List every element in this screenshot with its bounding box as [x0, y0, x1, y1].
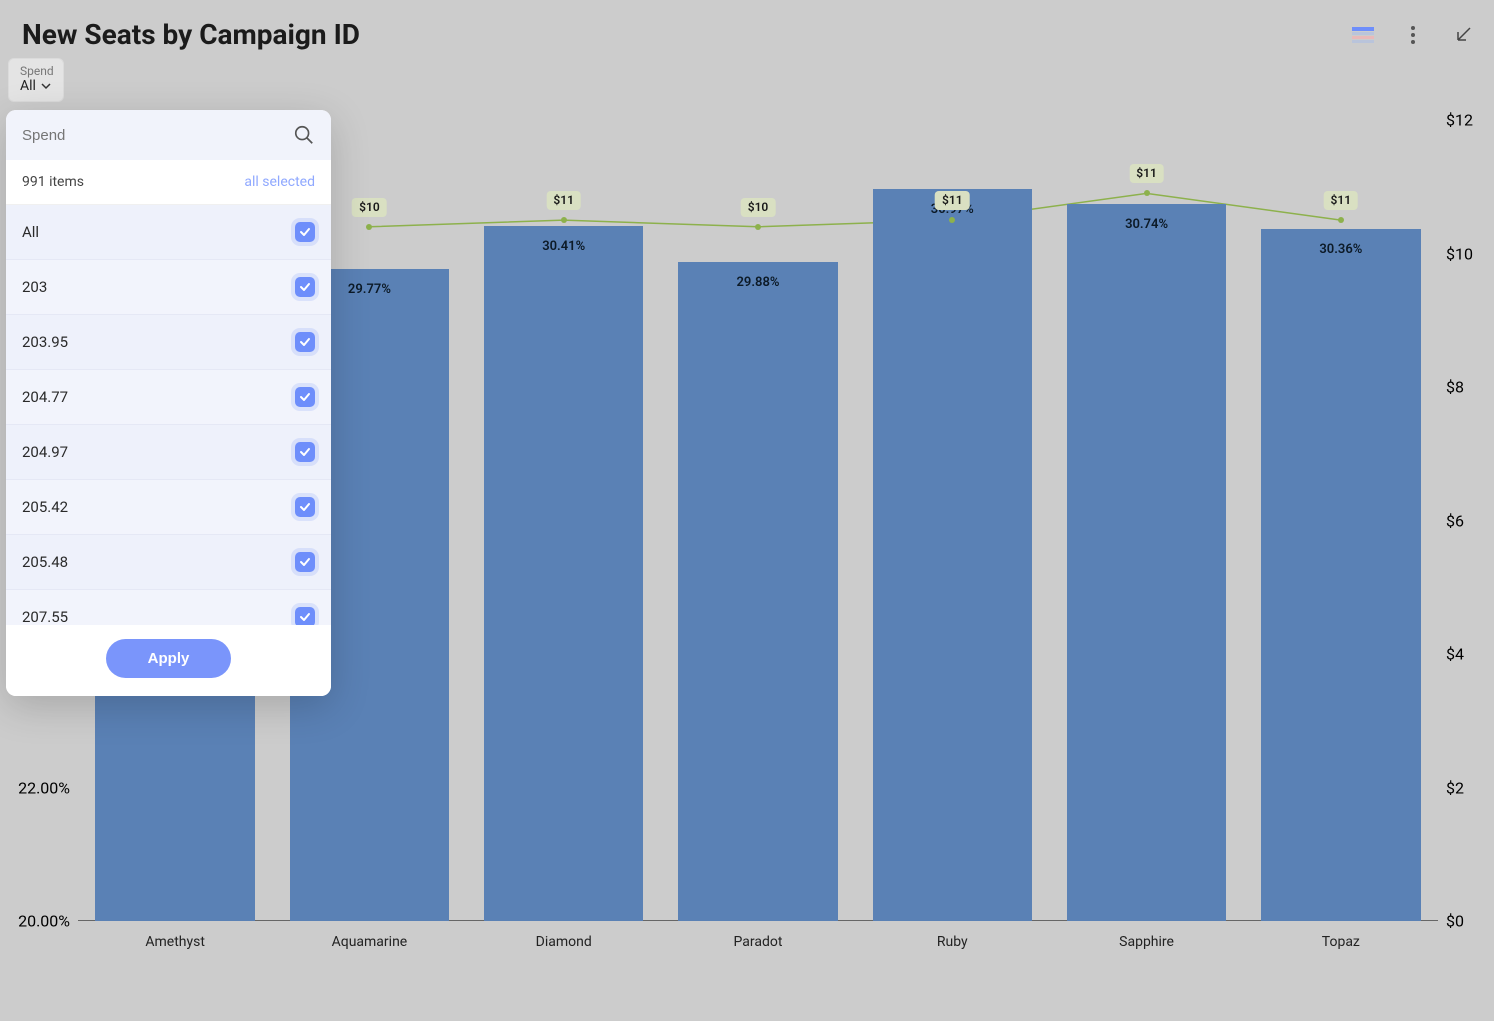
dropdown-option-label: 203.95 — [22, 333, 68, 351]
line-point[interactable] — [755, 224, 761, 230]
bar-value-label: 30.36% — [1261, 242, 1420, 257]
line-point[interactable] — [949, 217, 955, 223]
dropdown-option[interactable]: 205.42 — [6, 480, 331, 535]
bar[interactable] — [484, 226, 643, 921]
dropdown-option-label: All — [22, 223, 39, 241]
dropdown-option[interactable]: 203.95 — [6, 315, 331, 370]
card-header: New Seats by Campaign ID — [22, 18, 1474, 51]
y-right-tick-label: $4 — [1438, 645, 1464, 664]
bar-value-label: 30.41% — [484, 239, 643, 254]
filter-chip-label: Spend — [20, 64, 54, 78]
y-right-tick-label: $10 — [1438, 244, 1473, 263]
x-tick-label: Topaz — [1322, 921, 1360, 950]
y-right-tick-label: $0 — [1438, 912, 1464, 931]
x-tick-label: Paradot — [734, 921, 783, 950]
dropdown-select-all-link[interactable]: all selected — [244, 174, 315, 190]
line-point-label: $11 — [1129, 164, 1164, 183]
line-point-label: $11 — [935, 191, 970, 210]
dropdown-option[interactable]: 207.55 — [6, 590, 331, 625]
checkbox-checked-icon[interactable] — [295, 607, 315, 625]
bar[interactable] — [1261, 229, 1420, 921]
more-menu-button[interactable] — [1402, 24, 1424, 46]
bar[interactable] — [678, 262, 837, 921]
filter-chip-value: All — [20, 78, 54, 94]
dropdown-item-count: 991 items — [22, 174, 84, 190]
x-tick-label: Aquamarine — [332, 921, 408, 950]
dropdown-option-label: 205.42 — [22, 498, 68, 516]
dropdown-option-label: 204.97 — [22, 443, 68, 461]
x-tick-label: Diamond — [536, 921, 592, 950]
expand-arrow-icon — [1453, 25, 1473, 45]
line-point-label: $10 — [741, 198, 776, 217]
dropdown-search-row — [6, 110, 331, 160]
checkbox-checked-icon[interactable] — [295, 552, 315, 572]
dropdown-option[interactable]: 204.77 — [6, 370, 331, 425]
checkbox-checked-icon[interactable] — [295, 387, 315, 407]
dropdown-apply-row: Apply — [6, 625, 331, 696]
dropdown-status-row: 991 items all selected — [6, 160, 331, 205]
line-point[interactable] — [561, 217, 567, 223]
table-icon — [1352, 27, 1374, 43]
y-left-tick-label: 20.00% — [18, 912, 78, 931]
y-left-tick-label: 22.00% — [18, 778, 78, 797]
dropdown-search-input[interactable] — [22, 127, 293, 144]
dropdown-option[interactable]: 204.97 — [6, 425, 331, 480]
checkbox-checked-icon[interactable] — [295, 332, 315, 352]
dropdown-list[interactable]: All 203 203.95 204.77 204.97 205.42 205.48 207.… — [6, 205, 331, 625]
search-icon[interactable] — [293, 124, 315, 146]
dropdown-option[interactable]: 203 — [6, 260, 331, 315]
x-tick-label: Ruby — [937, 921, 968, 950]
checkbox-checked-icon[interactable] — [295, 442, 315, 462]
y-right-tick-label: $6 — [1438, 511, 1464, 530]
y-right-tick-label: $2 — [1438, 778, 1464, 797]
bar[interactable] — [1067, 204, 1226, 921]
line-point[interactable] — [366, 224, 372, 230]
dropdown-option-label: 205.48 — [22, 553, 68, 571]
bar-value-label: 29.88% — [678, 275, 837, 290]
y-right-tick-label: $8 — [1438, 378, 1464, 397]
kebab-icon — [1410, 25, 1416, 45]
x-tick-label: Sapphire — [1119, 921, 1174, 950]
expand-button[interactable] — [1452, 24, 1474, 46]
line-point[interactable] — [1144, 190, 1150, 196]
bar[interactable] — [873, 189, 1032, 921]
y-right-tick-label: $12 — [1438, 111, 1473, 130]
chevron-down-icon — [40, 80, 52, 92]
line-point-label: $11 — [1324, 191, 1359, 210]
apply-button[interactable]: Apply — [106, 639, 232, 678]
dropdown-option-label: 203 — [22, 278, 47, 296]
checkbox-checked-icon[interactable] — [295, 277, 315, 297]
dropdown-option-label: 204.77 — [22, 388, 68, 406]
line-point-label: $10 — [352, 198, 387, 217]
dropdown-option[interactable]: 205.48 — [6, 535, 331, 590]
checkbox-checked-icon[interactable] — [295, 497, 315, 517]
filter-chip-spend[interactable]: Spend All — [8, 58, 64, 102]
line-point[interactable] — [1338, 217, 1344, 223]
header-actions — [1352, 24, 1474, 46]
checkbox-checked-icon[interactable] — [295, 222, 315, 242]
bar-value-label: 30.74% — [1067, 217, 1226, 232]
dropdown-option[interactable]: All — [6, 205, 331, 260]
page-title: New Seats by Campaign ID — [22, 18, 360, 51]
line-point-label: $11 — [546, 191, 581, 210]
x-tick-label: Amethyst — [145, 921, 205, 950]
dropdown-option-label: 207.55 — [22, 608, 68, 625]
filter-dropdown: 991 items all selected All 203 203.95 204.7… — [6, 110, 331, 696]
table-view-button[interactable] — [1352, 24, 1374, 46]
